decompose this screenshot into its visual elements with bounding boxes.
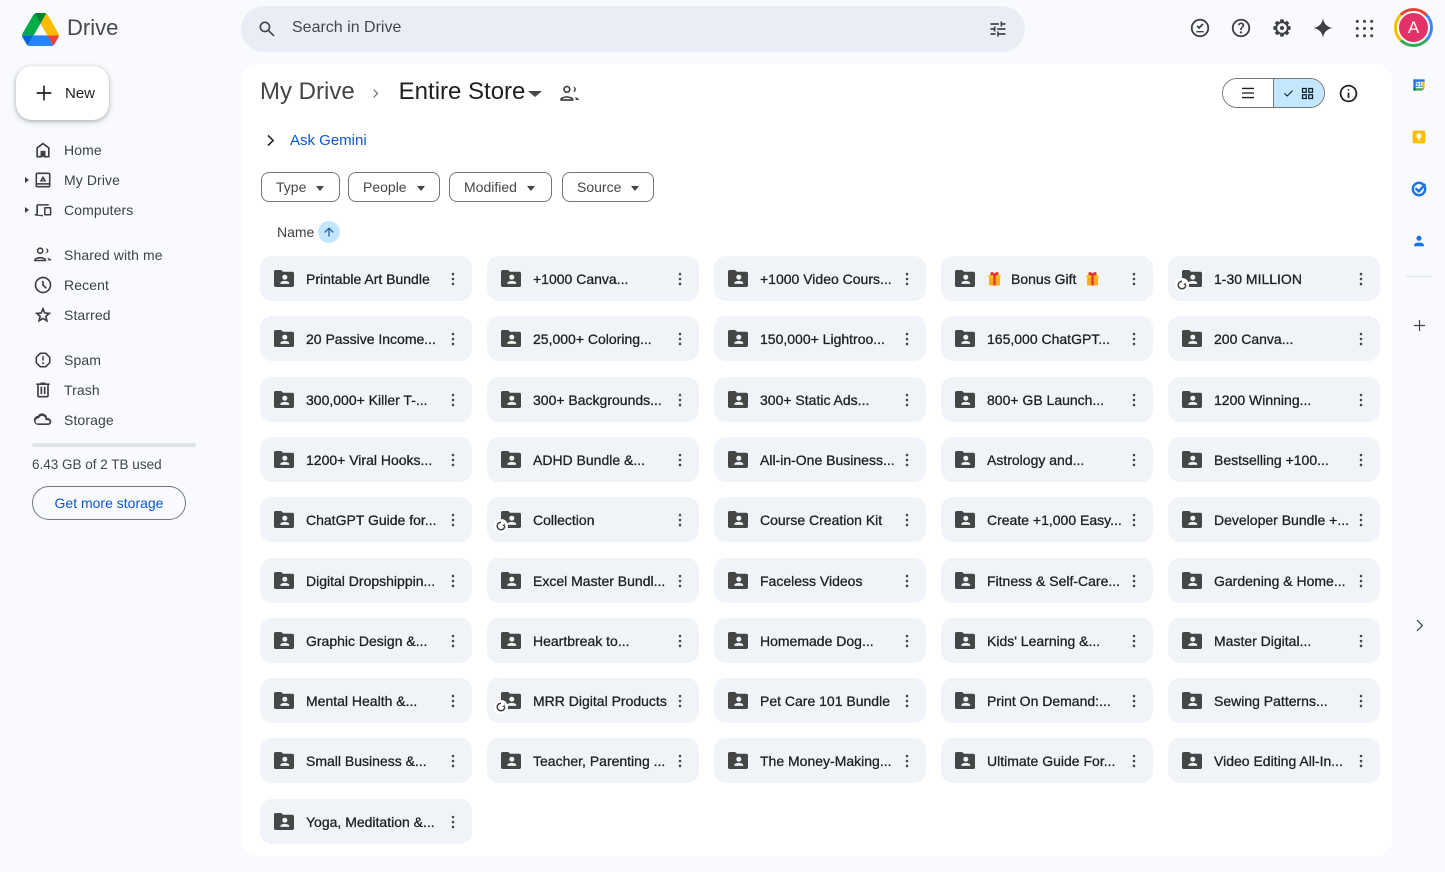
svg-text:31: 31 (1416, 83, 1423, 89)
